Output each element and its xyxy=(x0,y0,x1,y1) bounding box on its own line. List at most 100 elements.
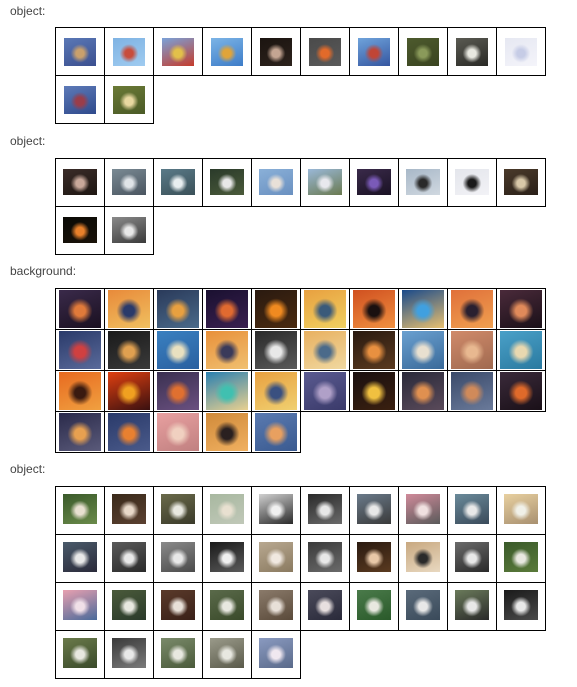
thumbnail-sunset-19[interactable] xyxy=(451,331,493,369)
thumbnail-balloon-sky[interactable] xyxy=(64,86,96,114)
thumbnail-wedding-32[interactable] xyxy=(112,638,146,668)
grid-row xyxy=(55,206,546,255)
thumbnail-wedding-4[interactable] xyxy=(210,494,244,524)
thumbnail-sunset-21[interactable] xyxy=(59,372,101,410)
thumbnail-wedding-35[interactable] xyxy=(259,638,293,668)
thumbnail-wedding-31[interactable] xyxy=(63,638,97,668)
thumbnail-sunset-24[interactable] xyxy=(206,372,248,410)
thumbnail-blue-hot-air-balloon[interactable] xyxy=(64,38,96,66)
thumbnail-sunset-35[interactable] xyxy=(255,413,297,451)
thumbnail-sunset-2[interactable] xyxy=(108,290,150,328)
thumbnail-wedding-5[interactable] xyxy=(259,494,293,524)
thumbnail-sunset-32[interactable] xyxy=(108,413,150,451)
thumbnail-red-balloon-small[interactable] xyxy=(113,38,145,66)
thumbnail-sunset-20[interactable] xyxy=(500,331,542,369)
thumbnail-wedding-26[interactable] xyxy=(308,590,342,620)
thumbnail-sunset-5[interactable] xyxy=(255,290,297,328)
thumbnail-sunset-3[interactable] xyxy=(157,290,199,328)
thumbnail-sunset-6[interactable] xyxy=(304,290,346,328)
grid-cell xyxy=(202,411,252,453)
thumbnail-sunset-10[interactable] xyxy=(500,290,542,328)
thumbnail-sunset-22[interactable] xyxy=(108,372,150,410)
thumbnail-purple-flower[interactable] xyxy=(357,169,391,195)
thumbnail-sunset-15[interactable] xyxy=(255,331,297,369)
thumbnail-wedding-33[interactable] xyxy=(161,638,195,668)
thumbnail-sunset-9[interactable] xyxy=(451,290,493,328)
thumbnail-sunset-33[interactable] xyxy=(157,413,199,451)
thumbnail-wedding-10[interactable] xyxy=(504,494,538,524)
thumbnail-wedding-17[interactable] xyxy=(357,542,391,572)
thumbnail-sunset-28[interactable] xyxy=(402,372,444,410)
thumbnail-wedding-18[interactable] xyxy=(406,542,440,572)
grid-cell xyxy=(104,411,154,453)
thumbnail-wedding-11[interactable] xyxy=(63,542,97,572)
thumbnail-sunset-14[interactable] xyxy=(206,331,248,369)
grid-cell xyxy=(202,582,252,631)
thumbnail-wedding-28[interactable] xyxy=(406,590,440,620)
thumbnail-wedding-2[interactable] xyxy=(112,494,146,524)
thumbnail-wedding-29[interactable] xyxy=(455,590,489,620)
thumbnail-colorful-balloon[interactable] xyxy=(211,38,243,66)
thumbnail-bird-sky[interactable] xyxy=(259,169,293,195)
thumbnail-orange-lily[interactable] xyxy=(63,217,97,243)
thumbnail-bird-branch[interactable] xyxy=(210,169,244,195)
thumbnail-bird-silhouette[interactable] xyxy=(406,169,440,195)
thumbnail-bud-flower[interactable] xyxy=(113,86,145,114)
thumbnail-sunset-8[interactable] xyxy=(402,290,444,328)
thumbnail-wedding-20[interactable] xyxy=(504,542,538,572)
thumbnail-black-bird[interactable] xyxy=(455,169,489,195)
thumbnail-pale-blue-object[interactable] xyxy=(505,38,537,66)
thumbnail-sunset-34[interactable] xyxy=(206,413,248,451)
thumbnail-sunset-17[interactable] xyxy=(353,331,395,369)
thumbnail-wedding-12[interactable] xyxy=(112,542,146,572)
thumbnail-sunset-29[interactable] xyxy=(451,372,493,410)
thumbnail-bird-flying[interactable] xyxy=(112,169,146,195)
thumbnail-gray-sign[interactable] xyxy=(112,217,146,243)
thumbnail-sunset-13[interactable] xyxy=(157,331,199,369)
thumbnail-wedding-22[interactable] xyxy=(112,590,146,620)
thumbnail-sunset-25[interactable] xyxy=(255,372,297,410)
thumbnail-wedding-21[interactable] xyxy=(63,590,97,620)
thumbnail-wedding-25[interactable] xyxy=(259,590,293,620)
thumbnail-wedding-34[interactable] xyxy=(210,638,244,668)
thumbnail-dark-portrait[interactable] xyxy=(260,38,292,66)
thumbnail-wedding-24[interactable] xyxy=(210,590,244,620)
thumbnail-wedding-16[interactable] xyxy=(308,542,342,572)
thumbnail-wedding-9[interactable] xyxy=(455,494,489,524)
thumbnail-sunset-26[interactable] xyxy=(304,372,346,410)
thumbnail-sunset-23[interactable] xyxy=(157,372,199,410)
thumbnail-sunset-16[interactable] xyxy=(304,331,346,369)
thumbnail-sunset-1[interactable] xyxy=(59,290,101,328)
thumbnail-wedding-15[interactable] xyxy=(259,542,293,572)
thumbnail-sunset-30[interactable] xyxy=(500,372,542,410)
thumbnail-wedding-7[interactable] xyxy=(357,494,391,524)
thumbnail-green-plant[interactable] xyxy=(407,38,439,66)
thumbnail-wedding-13[interactable] xyxy=(161,542,195,572)
grid-row xyxy=(55,75,546,124)
thumbnail-wedding-8[interactable] xyxy=(406,494,440,524)
thumbnail-wedding-1[interactable] xyxy=(63,494,97,524)
thumbnail-yellow-red-balloon[interactable] xyxy=(162,38,194,66)
thumbnail-sunset-11[interactable] xyxy=(59,331,101,369)
thumbnail-wedding-30[interactable] xyxy=(504,590,538,620)
thumbnail-sunset-31[interactable] xyxy=(59,413,101,451)
thumbnail-wedding-14[interactable] xyxy=(210,542,244,572)
thumbnail-balloon-flag[interactable] xyxy=(358,38,390,66)
thumbnail-sunset-27[interactable] xyxy=(353,372,395,410)
thumbnail-sunset-18[interactable] xyxy=(402,331,444,369)
grid-cell xyxy=(251,288,301,330)
thumbnail-brown-flower[interactable] xyxy=(504,169,538,195)
thumbnail-orange-figure[interactable] xyxy=(309,38,341,66)
thumbnail-white-flower-stem[interactable] xyxy=(456,38,488,66)
thumbnail-wedding-3[interactable] xyxy=(161,494,195,524)
thumbnail-wedding-6[interactable] xyxy=(308,494,342,524)
thumbnail-blossom-branch[interactable] xyxy=(308,169,342,195)
thumbnail-bird-water[interactable] xyxy=(161,169,195,195)
thumbnail-wedding-19[interactable] xyxy=(455,542,489,572)
thumbnail-sunset-12[interactable] xyxy=(108,331,150,369)
thumbnail-wedding-23[interactable] xyxy=(161,590,195,620)
thumbnail-sunset-4[interactable] xyxy=(206,290,248,328)
thumbnail-sunset-7[interactable] xyxy=(353,290,395,328)
thumbnail-wedding-27[interactable] xyxy=(357,590,391,620)
thumbnail-dark-flower[interactable] xyxy=(63,169,97,195)
